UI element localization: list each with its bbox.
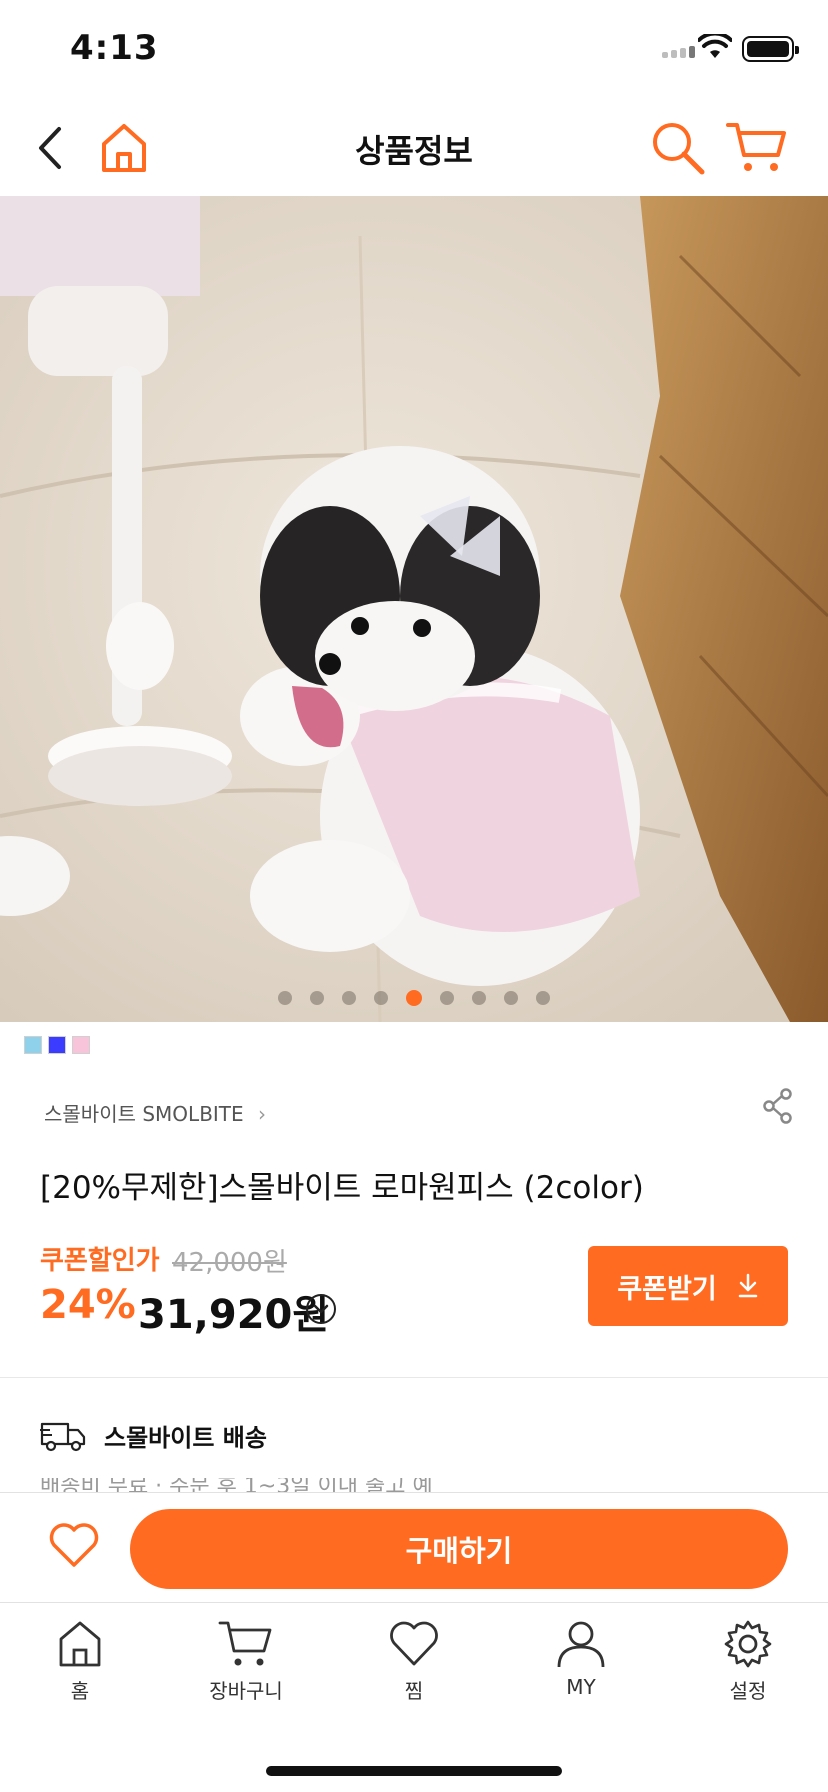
- pagination-dot: [504, 991, 518, 1005]
- coupon-price-label: 쿠폰할인가: [40, 1246, 160, 1276]
- heart-icon: [49, 1523, 99, 1567]
- search-icon: [653, 123, 705, 175]
- tab-settings[interactable]: 설정: [688, 1619, 808, 1704]
- download-icon: [738, 1273, 757, 1298]
- app-header: 상품정보: [0, 96, 828, 196]
- section-divider: [0, 1377, 828, 1378]
- status-time: 4:13: [70, 28, 159, 68]
- shipping-detail-peek: 배송비 무료 · 주문 후 1~3일 이내 출고 예정: [40, 1478, 433, 1492]
- pagination-dot: [374, 991, 388, 1005]
- color-swatch: [48, 1036, 66, 1054]
- shipping-info: 스몰바이트 배송: [40, 1418, 267, 1453]
- chevron-right-icon: ›: [258, 1102, 267, 1126]
- product-photo: [0, 196, 828, 1022]
- gear-icon: [724, 1620, 772, 1668]
- tab-home-label: 홈: [70, 1679, 90, 1703]
- tab-home[interactable]: 홈: [20, 1619, 140, 1704]
- tab-cart-label: 장바구니: [209, 1679, 283, 1703]
- tab-my-label: MY: [566, 1675, 596, 1699]
- color-swatch: [72, 1036, 90, 1054]
- pagination-dot: [278, 991, 292, 1005]
- pagination-dot: [310, 991, 324, 1005]
- share-button[interactable]: [762, 1088, 794, 1128]
- brand-name: 스몰바이트 SMOLBITE: [44, 1102, 244, 1126]
- cart-icon: [218, 1621, 272, 1666]
- pagination-dot: [472, 991, 486, 1005]
- chevron-down-icon: [313, 1304, 329, 1314]
- purchase-bar: 구매하기: [0, 1492, 828, 1602]
- wifi-icon: [698, 34, 732, 58]
- shipping-label: 스몰바이트 배송: [104, 1424, 267, 1452]
- tab-settings-label: 설정: [729, 1679, 767, 1703]
- tab-wishlist-label: 찜: [404, 1679, 424, 1703]
- heart-icon: [390, 1621, 438, 1666]
- truck-icon: [40, 1422, 86, 1451]
- user-icon: [557, 1621, 605, 1668]
- bottom-tab-bar: 홈 장바구니 찜 MY 설정: [0, 1602, 828, 1792]
- pagination-dot-active: [406, 990, 422, 1006]
- image-pagination: [0, 990, 828, 1006]
- discount-rate: 24%: [40, 1282, 136, 1328]
- home-icon: [59, 1621, 101, 1667]
- home-indicator: [266, 1766, 562, 1776]
- tab-wishlist[interactable]: 찜: [354, 1619, 474, 1704]
- signal-icon: [662, 44, 698, 58]
- brand-link[interactable]: 스몰바이트 SMOLBITE ›: [44, 1098, 266, 1127]
- status-bar: 4:13: [0, 0, 828, 96]
- get-coupon-button[interactable]: 쿠폰받기: [588, 1246, 788, 1326]
- shipping-detail-text: 배송비 무료 · 주문 후 1~3일 이내 출고 예정: [40, 1478, 440, 1492]
- wishlist-button[interactable]: [44, 1515, 104, 1575]
- pagination-dot: [536, 991, 550, 1005]
- cart-icon: [726, 123, 786, 171]
- pagination-dot: [440, 991, 454, 1005]
- color-swatch: [24, 1036, 42, 1054]
- get-coupon-label: 쿠폰받기: [617, 1273, 717, 1305]
- product-name: [20%무제한]스몰바이트 로마원피스 (2color): [40, 1170, 644, 1206]
- search-button[interactable]: [648, 118, 708, 178]
- product-image-gallery[interactable]: [0, 196, 828, 1022]
- sale-price: 31,920원: [138, 1292, 330, 1338]
- battery-icon: [742, 36, 799, 62]
- pagination-dot: [342, 991, 356, 1005]
- original-price: 42,000원: [172, 1248, 287, 1278]
- share-icon: [763, 1088, 792, 1124]
- buy-button[interactable]: 구매하기: [130, 1509, 788, 1589]
- tab-my[interactable]: MY: [521, 1619, 641, 1699]
- color-swatches: [24, 1036, 90, 1054]
- cart-button[interactable]: [724, 118, 790, 178]
- price-detail-button[interactable]: [306, 1294, 336, 1324]
- tab-cart[interactable]: 장바구니: [186, 1619, 306, 1704]
